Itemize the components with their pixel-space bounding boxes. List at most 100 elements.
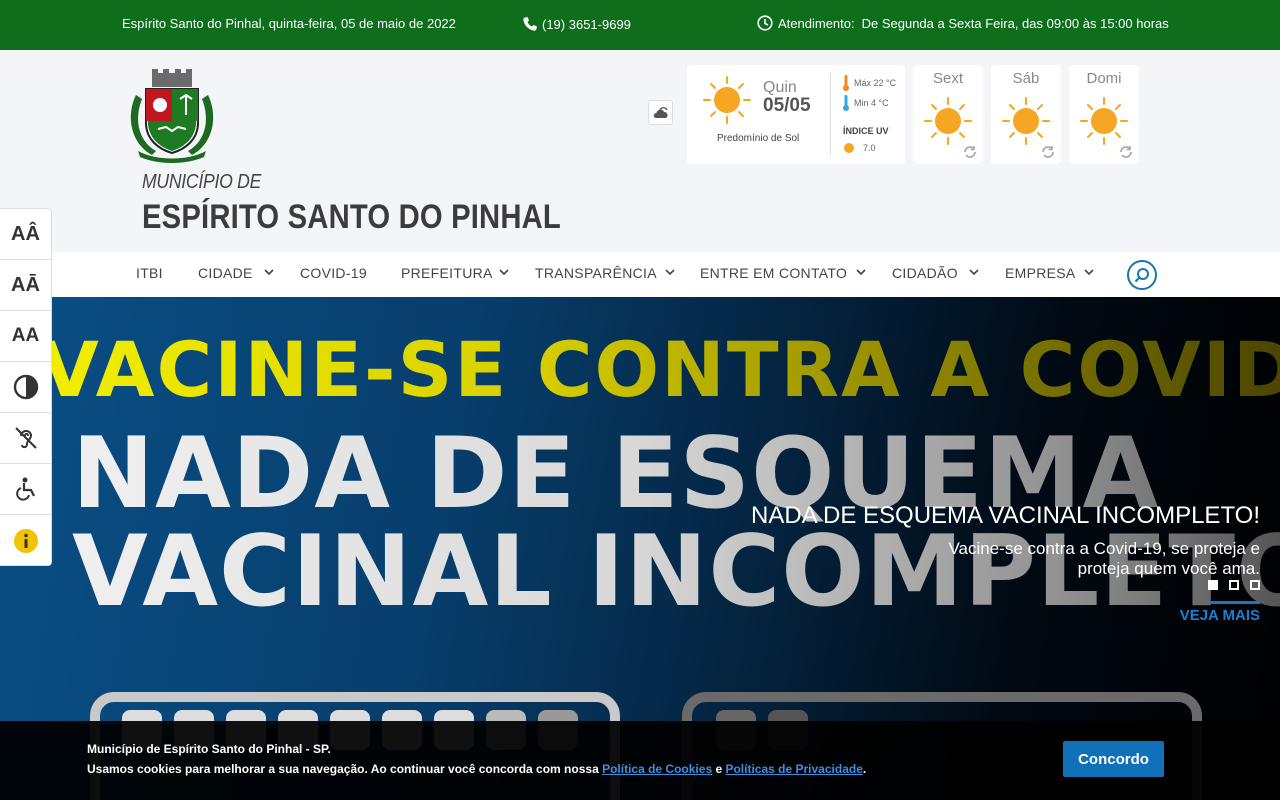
increase-font-label: AÂ bbox=[11, 222, 40, 245]
accept-cookies-button[interactable]: Concordo bbox=[1063, 741, 1164, 777]
contrast-icon bbox=[13, 374, 38, 400]
slide-title: NADA DE ESQUEMA VACINAL INCOMPLETO! bbox=[750, 502, 1260, 529]
nav-item-cidadao[interactable]: CIDADÃO bbox=[892, 265, 979, 281]
info-button[interactable] bbox=[0, 515, 51, 566]
temp-min-value: Min 4 °C bbox=[854, 98, 889, 108]
weather-toggle-button[interactable] bbox=[648, 100, 673, 125]
cookie-title: Município de Espírito Santo do Pinhal - … bbox=[87, 742, 331, 756]
top-bar: Espírito Santo do Pinhal, quinta-feira, … bbox=[0, 0, 1280, 50]
hearing-accessibility-button[interactable] bbox=[0, 413, 51, 464]
nav-label: ENTRE EM CONTATO bbox=[700, 265, 848, 281]
nav-item-itbi[interactable]: ITBI bbox=[136, 265, 163, 281]
opening-hours: Atendimento: De Segunda a Sexta Feira, d… bbox=[757, 15, 1169, 31]
weather-forecast-card: Domi bbox=[1069, 65, 1139, 164]
reset-font-label: AĀ bbox=[11, 273, 40, 296]
uv-index: 7.0 bbox=[843, 142, 876, 154]
today-condition: Predomínio de Sol bbox=[717, 133, 800, 144]
temp-max: Máx 22 °C bbox=[843, 75, 896, 91]
slide-indicators bbox=[1208, 580, 1260, 590]
nav-item-covid-19[interactable]: COVID-19 bbox=[300, 265, 367, 281]
thermometer-hot-icon bbox=[843, 75, 849, 91]
sun-icon bbox=[703, 76, 751, 124]
nav-label: CIDADE bbox=[198, 265, 253, 281]
hours-label: Atendimento: bbox=[778, 15, 855, 31]
cookie-conj: e bbox=[712, 762, 726, 776]
clock-icon bbox=[757, 15, 773, 31]
cta-underline bbox=[1210, 601, 1260, 604]
nav-label: TRANSPARÊNCIA bbox=[535, 265, 657, 281]
accessibility-toolbar: AÂ AĀ AA bbox=[0, 208, 52, 566]
sun-icon bbox=[1080, 97, 1128, 145]
current-date: Espírito Santo do Pinhal, quinta-feira, … bbox=[122, 16, 456, 31]
uv-sun-icon bbox=[844, 143, 854, 153]
nav-item-transparencia[interactable]: TRANSPARÊNCIA bbox=[535, 265, 675, 281]
phone-link[interactable]: (19) 3651-9699 bbox=[522, 16, 631, 32]
privacy-policy-link[interactable]: Políticas de Privacidade bbox=[725, 762, 862, 776]
cookie-policy-link[interactable]: Política de Cookies bbox=[602, 762, 712, 776]
cookie-consent-bar: Município de Espírito Santo do Pinhal - … bbox=[0, 721, 1280, 800]
nav-item-entre-em-contato[interactable]: ENTRE EM CONTATO bbox=[700, 265, 866, 281]
refresh-icon[interactable] bbox=[1119, 145, 1133, 159]
sun-icon bbox=[924, 97, 972, 145]
divider bbox=[830, 73, 831, 155]
wheelchair-icon bbox=[15, 477, 35, 501]
nav-label: PREFEITURA bbox=[401, 265, 493, 281]
wheelchair-button[interactable] bbox=[0, 464, 51, 515]
weather-forecast-card: Sáb bbox=[991, 65, 1061, 164]
city-crest-logo[interactable] bbox=[122, 65, 222, 165]
nav-item-cidade[interactable]: CIDADE bbox=[198, 265, 274, 281]
weather-today-card: Quin 05/05 Predomínio de Sol Máx 22 °C M… bbox=[687, 65, 905, 164]
cookie-text: Usamos cookies para melhorar a sua naveg… bbox=[87, 762, 603, 776]
nav-item-prefeitura[interactable]: PREFEITURA bbox=[401, 265, 509, 281]
sun-icon bbox=[1002, 97, 1050, 145]
chevron-down-icon bbox=[856, 269, 866, 276]
decrease-font-label: AA bbox=[11, 325, 40, 346]
main-nav: ITBI CIDADE COVID-19 PREFEITURA TRANSPAR… bbox=[0, 252, 1280, 297]
nav-label: CIDADÃO bbox=[892, 265, 958, 281]
reset-font-button[interactable]: AĀ bbox=[0, 260, 51, 311]
forecast-day: Sext bbox=[932, 70, 963, 87]
cookie-suffix: . bbox=[862, 762, 867, 776]
chevron-down-icon bbox=[969, 269, 979, 276]
increase-font-button[interactable]: AÂ bbox=[0, 209, 51, 260]
phone-icon bbox=[523, 17, 537, 31]
search-button[interactable] bbox=[1127, 260, 1157, 290]
weather-forecast-card: Sext bbox=[913, 65, 983, 164]
phone-number: (19) 3651-9699 bbox=[542, 16, 631, 32]
deaf-icon bbox=[14, 427, 37, 449]
decrease-font-button[interactable]: AA bbox=[0, 311, 51, 362]
nav-label: COVID-19 bbox=[300, 265, 367, 281]
chevron-down-icon bbox=[499, 269, 509, 276]
slide-description: Vacine-se contra a Covid-19, se proteja … bbox=[948, 539, 1260, 578]
slide-dot[interactable] bbox=[1229, 580, 1239, 590]
banner-headline-1: VACINE-SE CONTRA A COVID-19 bbox=[40, 325, 1280, 414]
uv-label: ÍNDICE UV bbox=[843, 126, 889, 136]
uv-value: 7.0 bbox=[863, 143, 876, 153]
slide-dot[interactable] bbox=[1208, 580, 1218, 590]
chevron-down-icon bbox=[264, 269, 274, 276]
hours-value: De Segunda a Sexta Feira, das 09:00 às 1… bbox=[861, 15, 1169, 31]
today-date: 05/05 bbox=[763, 95, 811, 116]
chevron-down-icon bbox=[1084, 269, 1094, 276]
temp-min: Min 4 °C bbox=[843, 95, 889, 111]
slide-dot[interactable] bbox=[1250, 580, 1260, 590]
municipality-label: MUNICÍPIO DE bbox=[142, 171, 262, 193]
cloud-icon bbox=[653, 106, 668, 118]
cookie-message: Usamos cookies para melhorar a sua naveg… bbox=[87, 762, 866, 776]
refresh-icon[interactable] bbox=[963, 145, 977, 159]
see-more-link[interactable]: VEJA MAIS bbox=[1180, 607, 1260, 624]
temp-max-value: Máx 22 °C bbox=[854, 78, 897, 88]
info-icon bbox=[13, 528, 38, 553]
nav-label: ITBI bbox=[136, 265, 163, 281]
municipality-name[interactable]: ESPÍRITO SANTO DO PINHAL bbox=[142, 198, 561, 237]
forecast-day: Domi bbox=[1086, 70, 1122, 87]
thermometer-cold-icon bbox=[843, 95, 849, 111]
search-icon bbox=[1134, 268, 1149, 283]
nav-label: EMPRESA bbox=[1005, 265, 1076, 281]
site-header: MUNICÍPIO DE ESPÍRITO SANTO DO PINHAL Qu… bbox=[0, 50, 1280, 252]
chevron-down-icon bbox=[665, 269, 675, 276]
nav-item-empresa[interactable]: EMPRESA bbox=[1005, 265, 1094, 281]
contrast-button[interactable] bbox=[0, 362, 51, 413]
forecast-day: Sáb bbox=[1012, 70, 1040, 87]
refresh-icon[interactable] bbox=[1041, 145, 1055, 159]
